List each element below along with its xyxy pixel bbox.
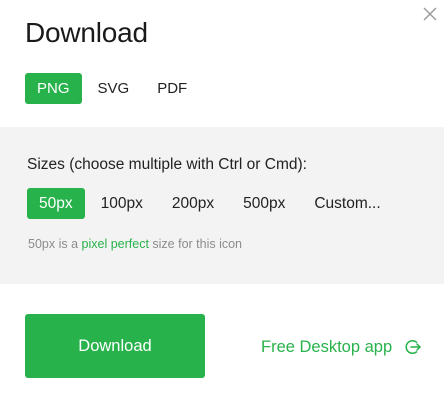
size-note-suffix: size for this icon (148, 237, 243, 251)
pixel-perfect-link[interactable]: pixel perfect (82, 237, 149, 251)
tab-pdf[interactable]: PDF (157, 73, 187, 104)
size-option-custom[interactable]: Custom... (314, 188, 380, 219)
close-button[interactable] (420, 4, 440, 24)
sizes-label: Sizes (choose multiple with Ctrl or Cmd)… (27, 156, 307, 173)
close-icon (420, 4, 440, 24)
tab-svg[interactable]: SVG (98, 73, 130, 104)
size-option-100px[interactable]: 100px (101, 188, 143, 219)
download-button[interactable]: Download (25, 314, 205, 378)
desktop-link-label: Free Desktop app (261, 337, 393, 356)
size-note: 50px is a pixel perfect size for this ic… (28, 237, 242, 251)
free-desktop-app-link[interactable]: Free Desktop app (261, 336, 422, 358)
dialog-title: Download (25, 17, 148, 48)
size-options: 50px 100px 200px 500px Custom... (27, 188, 381, 219)
download-dialog: Download PNG SVG PDF Sizes (choose multi… (0, 0, 444, 406)
size-option-50px[interactable]: 50px (27, 188, 85, 219)
size-option-500px[interactable]: 500px (243, 188, 285, 219)
size-option-200px[interactable]: 200px (172, 188, 214, 219)
size-note-prefix: 50px is a (28, 237, 82, 251)
format-tabs: PNG SVG PDF (25, 73, 187, 104)
tab-png[interactable]: PNG (25, 73, 82, 104)
arrow-circle-right-icon (404, 338, 422, 356)
sizes-panel: Sizes (choose multiple with Ctrl or Cmd)… (0, 127, 444, 284)
